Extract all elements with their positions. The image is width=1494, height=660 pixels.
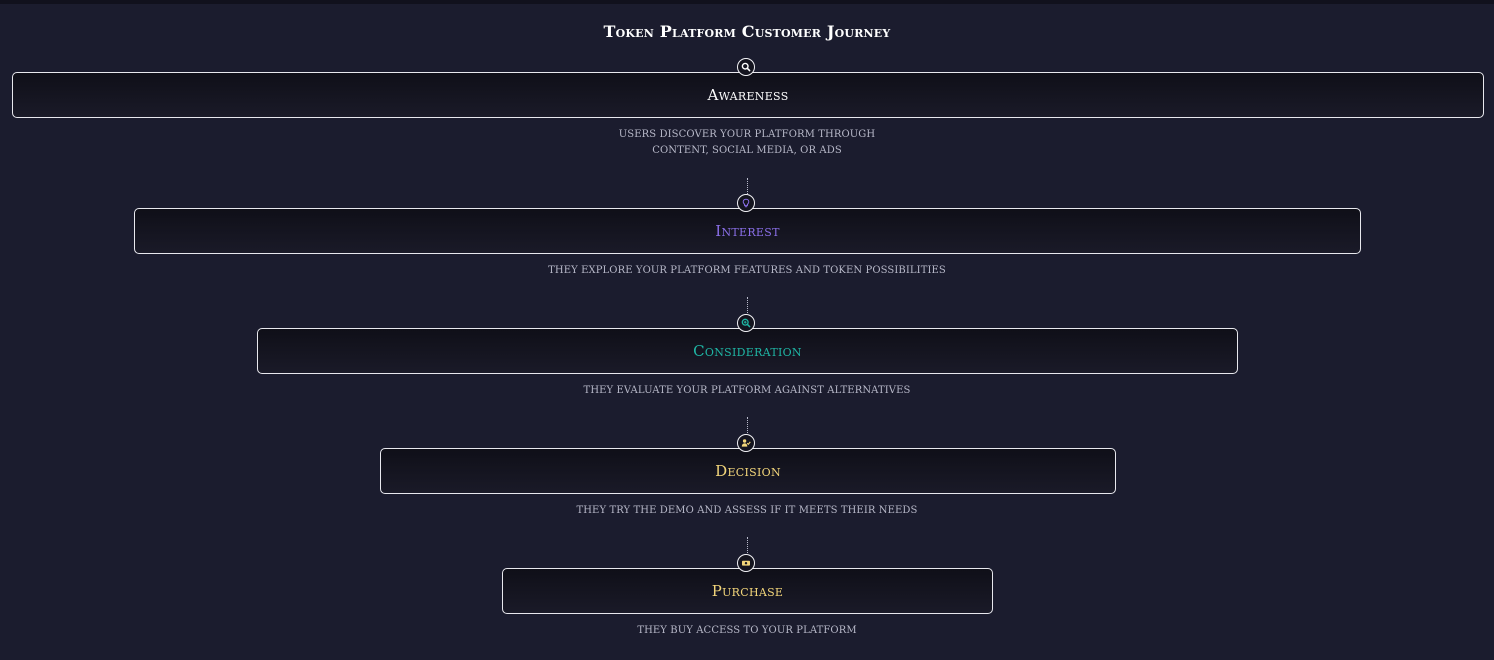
- top-bar: [0, 0, 1494, 4]
- stage-purchase[interactable]: Purchase: [502, 568, 993, 614]
- stage-decision[interactable]: Decision: [380, 448, 1116, 494]
- stage-awareness[interactable]: Awareness: [12, 72, 1484, 118]
- stage-consideration[interactable]: Consideration: [257, 328, 1238, 374]
- stage-description: Users discover your platform through con…: [618, 129, 876, 156]
- connector-line: [747, 297, 748, 313]
- user-check-icon: [737, 434, 755, 452]
- connector-line: [747, 537, 748, 553]
- money-icon: [737, 554, 755, 572]
- connector-line: [747, 417, 748, 433]
- stage-title: Awareness: [707, 86, 789, 104]
- stage-description: They buy access to your platform: [637, 625, 857, 636]
- stage-description: They explore your platform features and …: [548, 265, 946, 276]
- stage-interest[interactable]: Interest: [134, 208, 1361, 254]
- stage-title: Purchase: [711, 582, 784, 600]
- lightbulb-icon: [737, 194, 755, 212]
- search-icon: [737, 58, 755, 76]
- page-title: Token Platform Customer Journey: [603, 22, 891, 41]
- stage-description: They evaluate your platform against alte…: [583, 385, 911, 396]
- stage-description: They try the demo and assess if it meets…: [576, 505, 918, 516]
- stage-title: Decision: [715, 462, 781, 480]
- connector-line: [747, 178, 748, 194]
- stage-title: Consideration: [693, 342, 802, 360]
- stage-title: Interest: [715, 222, 780, 240]
- zoom-in-icon: [737, 314, 755, 332]
